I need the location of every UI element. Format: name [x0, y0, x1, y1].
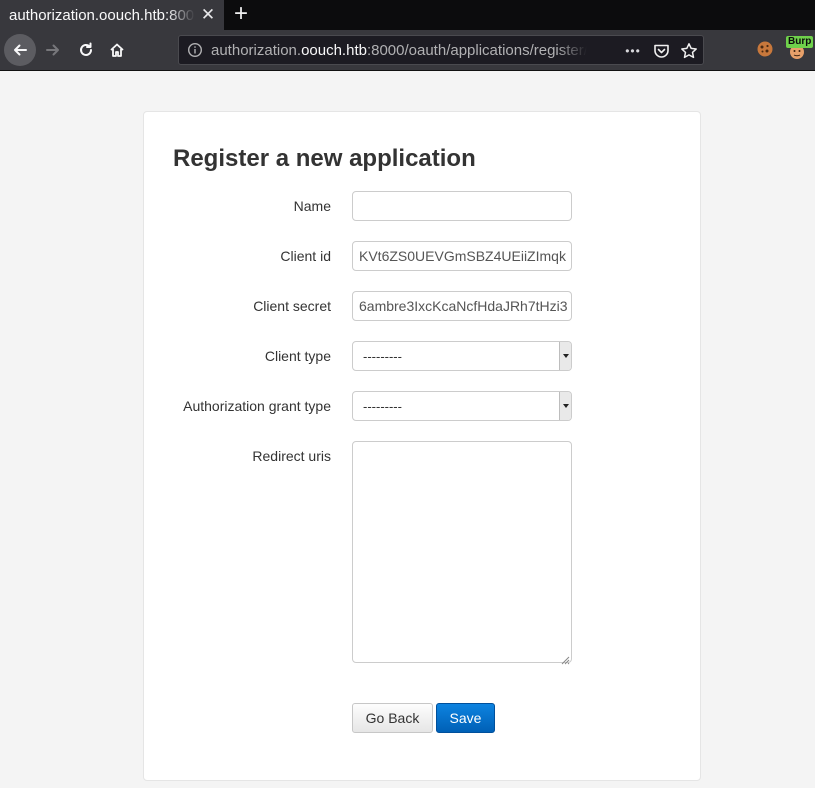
burp-badge: Burp [786, 36, 814, 48]
name-input[interactable] [352, 191, 572, 221]
grant-type-value: --------- [363, 399, 402, 414]
url-path: :8000/oauth/applications/register/ [366, 42, 587, 59]
go-back-button[interactable]: Go Back [352, 703, 433, 733]
star-icon[interactable] [679, 41, 699, 61]
url-host: oouch.htb [301, 42, 367, 59]
redirect-uris-label: Redirect uris [252, 448, 331, 464]
grant-type-label: Authorization grant type [183, 398, 331, 414]
url-bar[interactable]: authorization.oouch.htb:8000/oauth/appli… [178, 35, 704, 65]
register-card: Register a new application Name Client i… [143, 111, 701, 781]
client-type-select[interactable]: --------- [352, 341, 572, 371]
close-icon[interactable]: ✕ [199, 5, 217, 25]
client-type-value: --------- [363, 349, 402, 364]
new-tab-icon[interactable]: + [230, 2, 252, 27]
name-label: Name [293, 198, 331, 214]
resize-handle-icon[interactable] [561, 652, 570, 665]
chevron-down-icon [559, 392, 571, 420]
client-type-label: Client type [264, 348, 331, 364]
back-arrow-icon[interactable] [4, 34, 36, 66]
page-title: Register a new application [173, 145, 476, 172]
chevron-down-icon [559, 342, 571, 370]
client-secret-input[interactable]: 6ambre3IxcKcaNcfHdaJRh7tHzi3 [352, 291, 572, 321]
grant-type-select[interactable]: --------- [352, 391, 572, 421]
url-text[interactable]: authorization.oouch.htb:8000/oauth/appli… [211, 42, 587, 59]
redirect-uris-textarea[interactable] [352, 441, 572, 663]
browser-tab[interactable]: authorization.oouch.htb:8000 ✕ [0, 0, 224, 30]
home-icon[interactable] [102, 35, 132, 65]
tab-bar: authorization.oouch.htb:8000 ✕ + [0, 0, 815, 30]
nav-toolbar: authorization.oouch.htb:8000/oauth/appli… [0, 30, 815, 71]
client-id-label: Client id [280, 248, 331, 264]
save-button[interactable]: Save [436, 703, 495, 733]
reload-icon[interactable] [71, 35, 101, 65]
pocket-icon[interactable] [651, 41, 671, 61]
tab-title: authorization.oouch.htb:8000 [9, 6, 195, 24]
url-host-prefix: authorization. [211, 42, 302, 59]
forward-arrow-icon[interactable] [38, 35, 68, 65]
client-secret-label: Client secret [253, 298, 331, 314]
client-id-input[interactable]: KVt6ZS0UEVGmSBZ4UEiiZImqk [352, 241, 572, 271]
page-actions-icon[interactable]: ••• [623, 41, 643, 61]
cookie-icon[interactable] [755, 39, 777, 61]
info-icon[interactable] [187, 42, 203, 58]
